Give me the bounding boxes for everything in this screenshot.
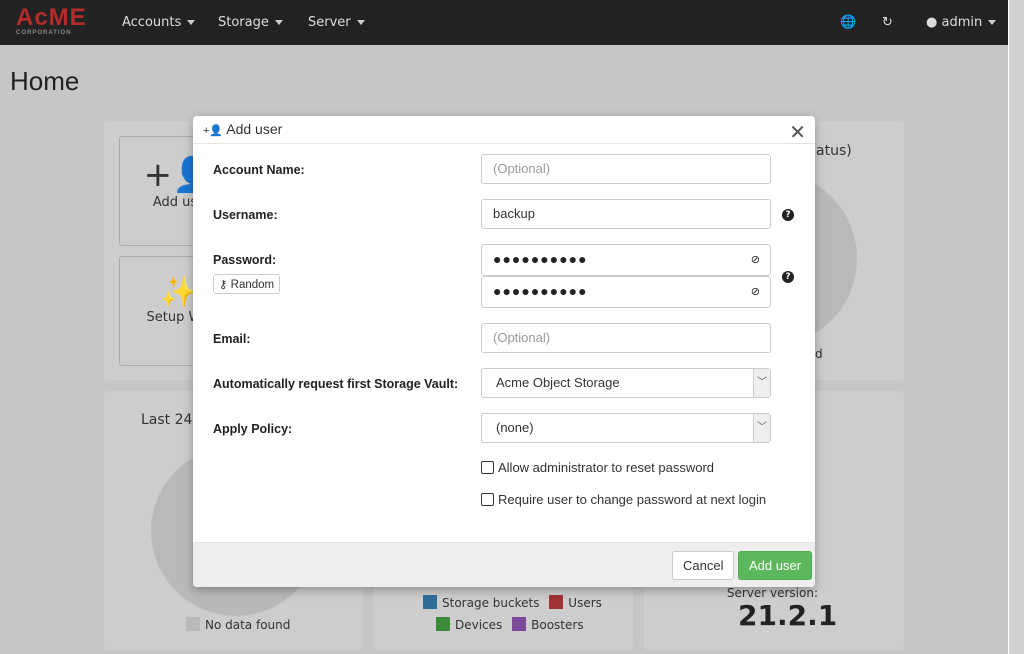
legend-label: Boosters [531, 618, 584, 632]
caret-down-icon [988, 20, 997, 25]
password-label: Password: [213, 253, 277, 267]
legend-label: Storage buckets [442, 596, 540, 610]
password-mask: ●●●●●●●●●● [493, 283, 588, 299]
policy-select[interactable]: (none) ﹀ [481, 413, 771, 443]
caret-down-icon [187, 20, 196, 25]
nav-label: Server [308, 15, 351, 30]
checkbox-label: Require user to change password at next … [498, 492, 767, 507]
chevron-down-icon: ﹀ [753, 369, 770, 397]
legend-swatch [186, 617, 200, 631]
legend-label: Users [568, 596, 602, 610]
chevron-down-icon: ﹀ [753, 414, 770, 442]
add-user-button[interactable]: Add user [738, 551, 813, 580]
key-icon: ⚷ [219, 279, 228, 291]
help-icon[interactable]: ? [782, 209, 794, 221]
nav-server[interactable]: Server [308, 15, 365, 30]
server-version-label: Server version: [726, 586, 818, 600]
close-icon[interactable]: ✕ [789, 120, 806, 144]
random-password-button[interactable]: ⚷ Random [213, 274, 281, 294]
status-title: atus) [816, 143, 852, 159]
refresh-icon[interactable]: ↻ [882, 15, 893, 30]
globe-icon[interactable]: 🌐 [840, 15, 856, 30]
dialog-header: +👤 Add user [193, 116, 815, 144]
user-plus-icon: +👤 [203, 125, 224, 137]
legend-label: Devices [455, 618, 503, 632]
server-version: 21.2.1 [738, 599, 838, 632]
legend-row: Devices Boosters [436, 617, 584, 632]
legend-swatch [436, 617, 450, 631]
random-label: Random [230, 279, 275, 291]
checkbox-label: Allow administrator to reset password [498, 460, 715, 475]
dialog-footer: Cancel Add user [193, 542, 815, 587]
caret-down-icon [356, 20, 365, 25]
email-input[interactable]: (Optional) [481, 323, 771, 353]
user-name: admin [941, 15, 983, 30]
legend-row: Storage buckets Users [423, 595, 602, 610]
username-input[interactable]: backup [481, 199, 771, 229]
caret-down-icon [274, 20, 283, 25]
account-name-label: Account Name: [213, 163, 305, 177]
legend-swatch [512, 617, 527, 631]
password-input[interactable]: ●●●●●●●●●● ⊘ [481, 244, 771, 276]
card-title: Last 24 I [141, 412, 202, 428]
allow-reset-checkbox[interactable]: Allow administrator to reset password [481, 460, 714, 475]
add-user-dialog: +👤 Add user ✕ Account Name: (Optional) U… [193, 116, 815, 587]
nav-storage[interactable]: Storage [218, 15, 283, 30]
cancel-button[interactable]: Cancel [672, 551, 735, 580]
acme-logo[interactable]: AcME CORPORATION [16, 6, 92, 40]
legend-swatch [549, 595, 564, 609]
username-label: Username: [213, 208, 278, 222]
user-menu[interactable]: ● admin [926, 15, 997, 30]
eye-slash-icon[interactable]: ⊘ [751, 253, 760, 266]
checkbox[interactable] [481, 461, 494, 474]
confirm-password-input[interactable]: ●●●●●●●●●● ⊘ [481, 276, 771, 308]
nav-label: Accounts [122, 15, 182, 30]
account-name-input[interactable]: (Optional) [481, 154, 771, 184]
storage-vault-label: Automatically request first Storage Vaul… [213, 377, 459, 391]
policy-label: Apply Policy: [213, 422, 293, 436]
status-footer: d [815, 347, 823, 361]
help-icon[interactable]: ? [782, 271, 794, 283]
select-value: Acme Object Storage [496, 375, 620, 390]
eye-slash-icon[interactable]: ⊘ [751, 285, 760, 298]
page-title: Home [10, 66, 80, 96]
legend-swatch [423, 595, 437, 609]
select-value: (none) [496, 420, 534, 435]
scrollbar[interactable] [1008, 0, 1024, 654]
dialog-title: Add user [226, 121, 283, 137]
storage-vault-select[interactable]: Acme Object Storage ﹀ [481, 368, 771, 398]
no-data-label: No data found [205, 618, 291, 632]
checkbox[interactable] [481, 493, 494, 506]
nav-accounts[interactable]: Accounts [122, 15, 196, 30]
navbar: AcME CORPORATION Accounts Storage Server … [0, 0, 1008, 45]
password-mask: ●●●●●●●●●● [493, 251, 588, 267]
nav-label: Storage [218, 15, 269, 30]
user-circle-icon: ● [926, 15, 938, 30]
require-change-checkbox[interactable]: Require user to change password at next … [481, 492, 766, 507]
email-label: Email: [213, 332, 251, 346]
